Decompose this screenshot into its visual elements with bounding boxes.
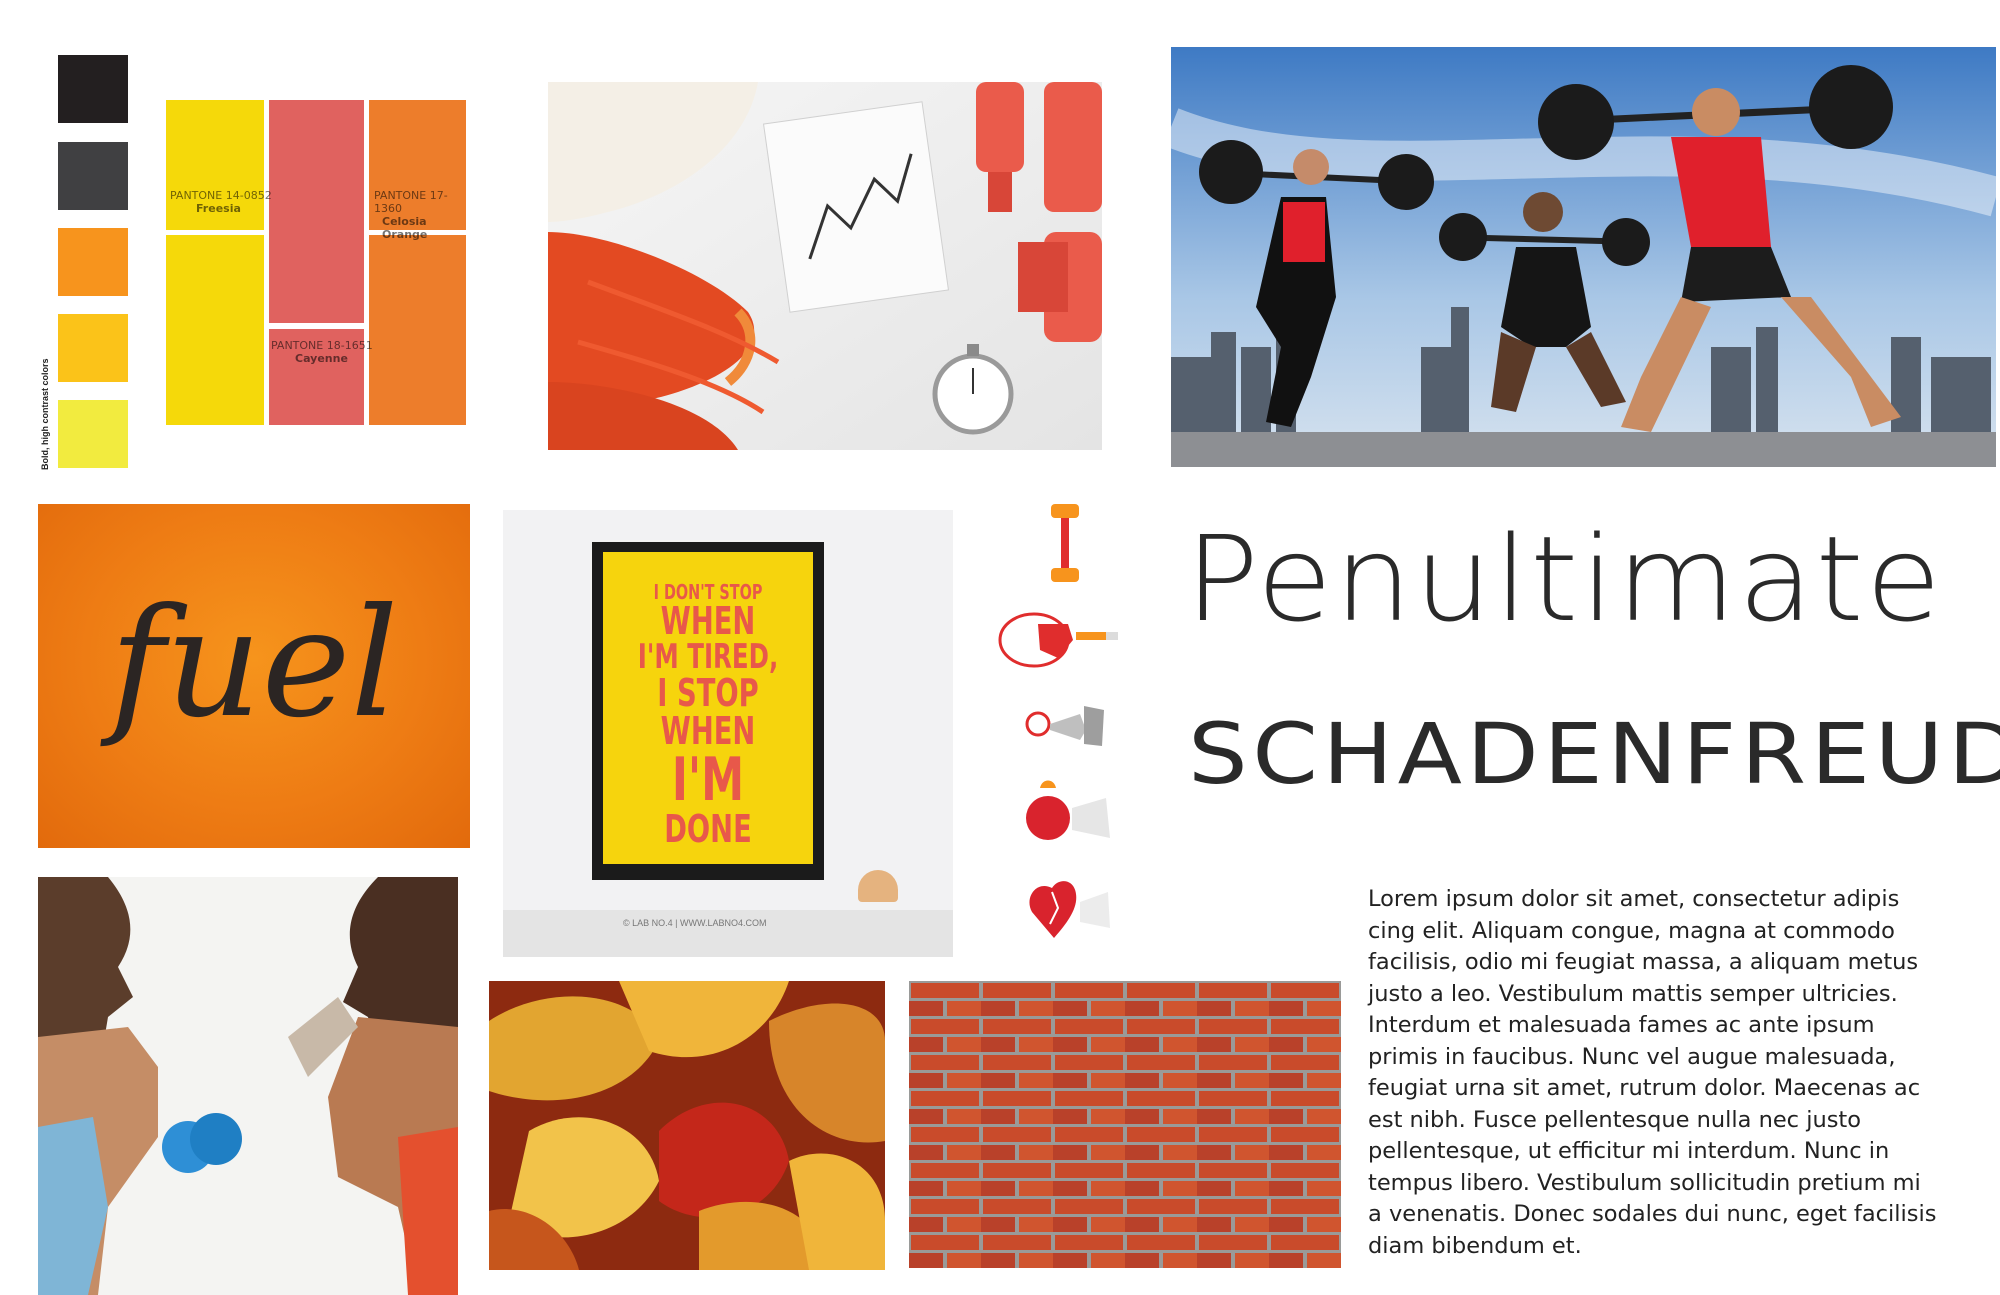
body-paragraph: Lorem ipsum dolor sit amet, consectetur … xyxy=(1368,884,1968,1262)
poster-line: I'M xyxy=(671,745,745,815)
poster-line: WHEN xyxy=(660,599,756,643)
swatch-amber xyxy=(58,314,128,382)
poster-line: I'M TIRED, xyxy=(637,637,779,677)
body-line: cing elit. Aliquam congue, magna at comm… xyxy=(1368,917,1895,944)
fuel-wordmark: fuel xyxy=(109,577,399,751)
body-line: est nibh. Fusce pellentesque nulla nec j… xyxy=(1368,1106,1862,1133)
body-line: Interdum et malesuada fames ac ante ipsu… xyxy=(1368,1012,1875,1038)
seashell-icon xyxy=(858,870,898,902)
fuel-card: fuel xyxy=(38,504,470,848)
fitness-flatlay-photo xyxy=(548,82,1102,450)
body-line: feugiat urna sit amet, rutrum dolor. Mae… xyxy=(1368,1075,1921,1101)
poster-line: DONE xyxy=(664,807,752,851)
body-line: primis in faucibus. Nunc vel augue males… xyxy=(1368,1043,1896,1070)
body-line: tempus libero. Vestibulum sollicitudin p… xyxy=(1368,1169,1921,1196)
autumn-leaves-photo xyxy=(489,981,885,1270)
body-line: diam bibendum et. xyxy=(1368,1232,1582,1259)
swatch-black xyxy=(58,55,128,123)
poster-line: I STOP xyxy=(657,671,759,715)
barbell-icon xyxy=(1051,504,1079,582)
poster-credit: © LAB NO.4 | WWW.LABNO4.COM xyxy=(623,918,767,928)
body-line: a venenatis. Donec sodales dui nunc, ege… xyxy=(1368,1201,1937,1227)
pantone-freesia-label: PANTONE 14-0852 Freesia xyxy=(170,189,272,215)
pantone-card: PANTONE 14-0852 Freesia PANTONE 18-1651 Ca… xyxy=(158,97,470,429)
body-line: Lorem ipsum dolor sit amet, consectetur … xyxy=(1368,886,1900,912)
runner-icon xyxy=(998,612,1118,668)
swatch-dark-gray xyxy=(58,142,128,210)
headline-subtitle: SCHADENFREUDE xyxy=(1188,705,2000,803)
heart-icon xyxy=(1029,881,1110,938)
pantone-celosia-label: PANTONE 17-1360 Celosia Orange xyxy=(374,189,448,241)
brick-wall-photo xyxy=(909,981,1341,1268)
palette-caption: Bold, high contrast colors xyxy=(40,358,50,470)
motivational-poster-photo: I DON'T STOP WHEN I'M TIRED, I STOP WHEN… xyxy=(503,510,953,957)
hand-grip-icon xyxy=(1025,706,1104,746)
women-boxing-photo xyxy=(38,877,458,1295)
pantone-cayenne-label: PANTONE 18-1651 Cayenne xyxy=(271,339,373,365)
headline-title: Penultimate xyxy=(1185,510,1944,648)
apple-icon xyxy=(1026,780,1110,840)
swatch-orange xyxy=(58,228,128,296)
body-line: pellentesque, ut efficitur mi interdum. … xyxy=(1368,1138,1890,1164)
swatch-yellow xyxy=(58,400,128,468)
poster-canvas: I DON'T STOP WHEN I'M TIRED, I STOP WHEN… xyxy=(603,552,813,864)
body-line: facilisis, odio mi feugiat massa, a aliq… xyxy=(1368,949,1919,975)
barbell-squat-photo xyxy=(1171,47,1996,467)
body-line: justo a leo. Vestibulum mattis semper ul… xyxy=(1368,980,1898,1007)
